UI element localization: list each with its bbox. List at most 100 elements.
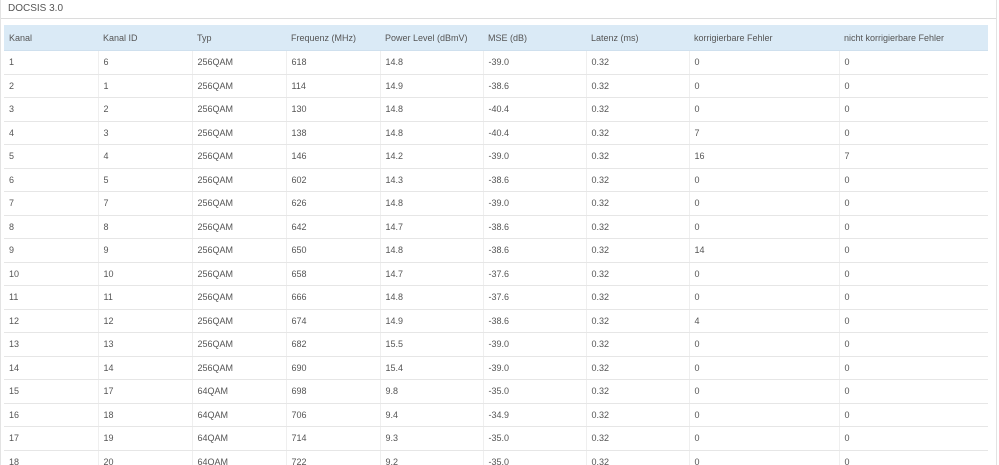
cell-korrigierbare-fehler: 0 — [689, 450, 840, 465]
table-row: 18 20 64QAM 722 9.2 -35.0 0.32 0 0 — [4, 450, 988, 465]
cell-power-level: 15.4 — [380, 356, 484, 380]
cell-nicht-korrigierbare-fehler: 0 — [839, 215, 988, 239]
channel-table: Kanal Kanal ID Typ Frequenz (MHz) Power … — [4, 25, 988, 465]
cell-nicht-korrigierbare-fehler: 0 — [839, 168, 988, 192]
cell-frequenz: 138 — [286, 121, 381, 145]
cell-mse: -39.0 — [483, 356, 587, 380]
cell-frequenz: 690 — [286, 356, 381, 380]
cell-kanal: 2 — [4, 74, 99, 98]
cell-korrigierbare-fehler: 0 — [689, 74, 840, 98]
cell-korrigierbare-fehler: 0 — [689, 379, 840, 404]
cell-kanal-id: 4 — [98, 144, 193, 169]
cell-typ: 256QAM — [192, 332, 287, 357]
cell-power-level: 14.7 — [380, 262, 484, 286]
column-header-frequenz: Frequenz (MHz) — [286, 25, 380, 51]
cell-kanal-id: 8 — [98, 215, 193, 239]
cell-power-level: 14.8 — [380, 285, 484, 310]
cell-nicht-korrigierbare-fehler: 0 — [839, 262, 988, 286]
cell-latenz: 0.32 — [586, 403, 690, 427]
cell-nicht-korrigierbare-fehler: 0 — [839, 332, 988, 357]
cell-korrigierbare-fehler: 0 — [689, 97, 840, 122]
cell-latenz: 0.32 — [586, 450, 690, 465]
cell-nicht-korrigierbare-fehler: 0 — [839, 121, 988, 145]
cell-typ: 256QAM — [192, 191, 287, 216]
cell-kanal: 4 — [4, 121, 99, 145]
cell-latenz: 0.32 — [586, 309, 690, 333]
cell-kanal-id: 1 — [98, 74, 193, 98]
cell-typ: 256QAM — [192, 238, 287, 263]
cell-korrigierbare-fehler: 14 — [689, 238, 840, 263]
cell-kanal: 18 — [4, 450, 99, 465]
cell-power-level: 14.9 — [380, 74, 484, 98]
cell-frequenz: 682 — [286, 332, 381, 357]
cell-latenz: 0.32 — [586, 332, 690, 357]
cell-kanal: 7 — [4, 191, 99, 216]
cell-nicht-korrigierbare-fehler: 0 — [839, 309, 988, 333]
cell-nicht-korrigierbare-fehler: 0 — [839, 403, 988, 427]
cell-mse: -39.0 — [483, 50, 587, 75]
cell-mse: -35.0 — [483, 426, 587, 451]
cell-typ: 64QAM — [192, 379, 287, 404]
cell-power-level: 14.8 — [380, 97, 484, 122]
cell-frequenz: 674 — [286, 309, 381, 333]
cell-kanal-id: 3 — [98, 121, 193, 145]
cell-power-level: 14.7 — [380, 215, 484, 239]
cell-kanal: 6 — [4, 168, 99, 192]
cell-korrigierbare-fehler: 16 — [689, 144, 840, 169]
cell-nicht-korrigierbare-fehler: 0 — [839, 50, 988, 75]
cell-frequenz: 626 — [286, 191, 381, 216]
cell-latenz: 0.32 — [586, 74, 690, 98]
cell-kanal: 9 — [4, 238, 99, 263]
cell-mse: -37.6 — [483, 285, 587, 310]
table-row: 12 12 256QAM 674 14.9 -38.6 0.32 4 0 — [4, 309, 988, 333]
table-row: 16 18 64QAM 706 9.4 -34.9 0.32 0 0 — [4, 403, 988, 427]
table-row: 17 19 64QAM 714 9.3 -35.0 0.32 0 0 — [4, 426, 988, 451]
cell-frequenz: 146 — [286, 144, 381, 169]
table-row: 7 7 256QAM 626 14.8 -39.0 0.32 0 0 — [4, 191, 988, 216]
table-row: 13 13 256QAM 682 15.5 -39.0 0.32 0 0 — [4, 332, 988, 357]
table-row: 6 5 256QAM 602 14.3 -38.6 0.32 0 0 — [4, 168, 988, 192]
cell-nicht-korrigierbare-fehler: 0 — [839, 426, 988, 451]
cell-frequenz: 602 — [286, 168, 381, 192]
cell-kanal: 8 — [4, 215, 99, 239]
cell-kanal: 12 — [4, 309, 99, 333]
table-body: 1 6 256QAM 618 14.8 -39.0 0.32 0 0 2 1 256QAM 114 14.… — [4, 50, 988, 465]
cell-power-level: 14.8 — [380, 121, 484, 145]
cell-power-level: 14.9 — [380, 309, 484, 333]
cell-mse: -37.6 — [483, 262, 587, 286]
table-row: 3 2 256QAM 130 14.8 -40.4 0.32 0 0 — [4, 97, 988, 122]
cell-power-level: 14.8 — [380, 50, 484, 75]
cell-power-level: 14.2 — [380, 144, 484, 169]
cell-nicht-korrigierbare-fehler: 7 — [839, 144, 988, 169]
table-row: 9 9 256QAM 650 14.8 -38.6 0.32 14 0 — [4, 238, 988, 263]
cell-korrigierbare-fehler: 0 — [689, 403, 840, 427]
channel-table-container[interactable]: Kanal Kanal ID Typ Frequenz (MHz) Power … — [4, 25, 988, 465]
cell-kanal-id: 18 — [98, 403, 193, 427]
cell-kanal: 10 — [4, 262, 99, 286]
cell-nicht-korrigierbare-fehler: 0 — [839, 356, 988, 380]
cell-nicht-korrigierbare-fehler: 0 — [839, 450, 988, 465]
column-header-nicht-korrigierbare-fehler: nicht korrigierbare Fehler — [839, 25, 988, 51]
column-header-kanal: Kanal — [4, 25, 98, 51]
cell-kanal-id: 7 — [98, 191, 193, 216]
cell-mse: -39.0 — [483, 191, 587, 216]
cell-latenz: 0.32 — [586, 238, 690, 263]
cell-power-level: 15.5 — [380, 332, 484, 357]
cell-latenz: 0.32 — [586, 215, 690, 239]
cell-kanal-id: 2 — [98, 97, 193, 122]
cell-frequenz: 130 — [286, 97, 381, 122]
cell-latenz: 0.32 — [586, 144, 690, 169]
cell-latenz: 0.32 — [586, 168, 690, 192]
cell-kanal-id: 17 — [98, 379, 193, 404]
cell-latenz: 0.32 — [586, 262, 690, 286]
cell-typ: 256QAM — [192, 168, 287, 192]
cell-frequenz: 658 — [286, 262, 381, 286]
cell-typ: 256QAM — [192, 121, 287, 145]
cell-latenz: 0.32 — [586, 285, 690, 310]
cell-korrigierbare-fehler: 0 — [689, 191, 840, 216]
cell-frequenz: 722 — [286, 450, 381, 465]
table-row: 10 10 256QAM 658 14.7 -37.6 0.32 0 0 — [4, 262, 988, 286]
cell-kanal: 17 — [4, 426, 99, 451]
cell-frequenz: 642 — [286, 215, 381, 239]
cell-frequenz: 666 — [286, 285, 381, 310]
